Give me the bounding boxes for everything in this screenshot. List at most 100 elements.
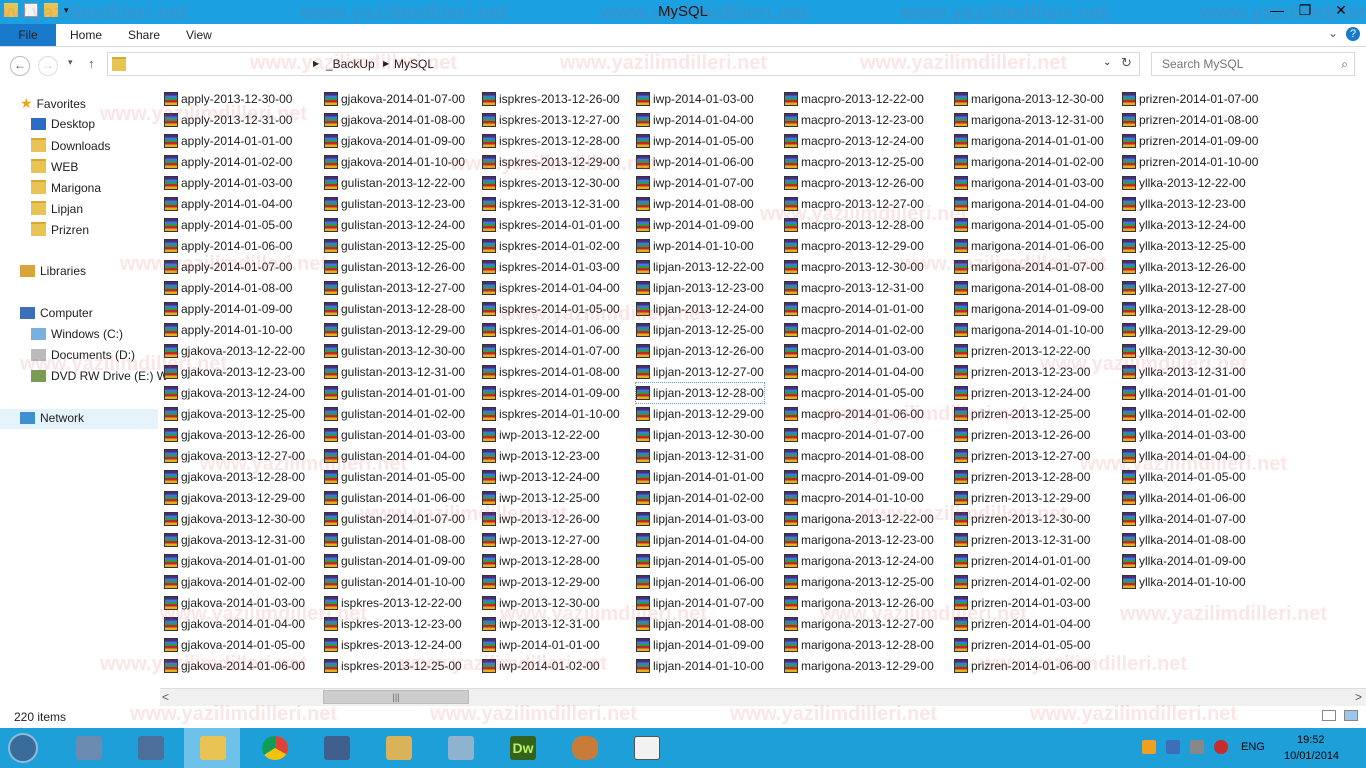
file-item[interactable]: ispkres-2014-01-07-00 [482,341,620,361]
file-item[interactable]: marigona-2013-12-28-00 [784,635,934,655]
file-item[interactable]: macpro-2014-01-08-00 [784,446,924,466]
breadcrumb-backup[interactable]: _BackUp [326,57,375,71]
file-item[interactable]: gulistan-2013-12-27-00 [324,278,465,298]
file-item[interactable]: prizren-2013-12-27-00 [954,446,1090,466]
file-item[interactable]: gjakova-2014-01-03-00 [164,593,305,613]
file-item[interactable]: ispkres-2014-01-02-00 [482,236,620,256]
file-item[interactable]: marigona-2013-12-27-00 [784,614,934,634]
file-item[interactable]: marigona-2013-12-30-00 [954,89,1104,109]
search-icon[interactable]: ⌕ [1341,57,1348,72]
file-item[interactable]: gjakova-2014-01-06-00 [164,656,305,676]
volume-muted-icon[interactable] [1190,740,1204,754]
file-item[interactable]: gjakova-2014-01-08-00 [324,110,465,130]
file-item[interactable]: gulistan-2013-12-28-00 [324,299,465,319]
file-item[interactable]: prizren-2013-12-23-00 [954,362,1090,382]
taskbar-app-remote[interactable] [308,728,364,768]
file-item[interactable]: gjakova-2013-12-25-00 [164,404,305,424]
file-item[interactable]: macpro-2014-01-01-00 [784,299,924,319]
file-item[interactable]: iwp-2014-01-10-00 [636,236,754,256]
file-item[interactable]: gulistan-2013-12-29-00 [324,320,465,340]
tab-view[interactable]: View [186,24,212,46]
file-item[interactable]: yllka-2014-01-05-00 [1122,467,1246,487]
file-item[interactable]: apply-2013-12-31-00 [164,110,292,130]
breadcrumb-separator-icon[interactable]: ▶ [383,59,389,68]
clock-date[interactable]: 10/01/2014 [1284,750,1339,762]
file-item[interactable]: yllka-2013-12-25-00 [1122,236,1246,256]
file-item[interactable]: yllka-2013-12-26-00 [1122,257,1246,277]
nav-item-lipjan[interactable]: Lipjan [31,201,83,216]
file-item[interactable]: macpro-2013-12-27-00 [784,194,924,214]
file-item[interactable]: marigona-2013-12-26-00 [784,593,934,613]
file-item[interactable]: macpro-2013-12-22-00 [784,89,924,109]
file-item[interactable]: marigona-2014-01-10-00 [954,320,1104,340]
file-item[interactable]: iwp-2013-12-27-00 [482,530,600,550]
nav-libraries[interactable]: Libraries [20,264,86,278]
file-item[interactable]: iwp-2013-12-23-00 [482,446,600,466]
file-item[interactable]: yllka-2014-01-04-00 [1122,446,1246,466]
forward-button[interactable]: → [38,56,58,76]
file-item[interactable]: marigona-2013-12-29-00 [784,656,934,676]
file-item[interactable]: lipjan-2014-01-02-00 [636,488,764,508]
file-item[interactable]: lipjan-2013-12-22-00 [636,257,764,277]
file-item[interactable]: yllka-2013-12-30-00 [1122,341,1246,361]
file-item[interactable]: gjakova-2013-12-27-00 [164,446,305,466]
file-item[interactable]: marigona-2014-01-05-00 [954,215,1104,235]
file-item[interactable]: macpro-2013-12-29-00 [784,236,924,256]
nav-item-prizren[interactable]: Prizren [31,222,89,237]
file-item[interactable]: prizren-2013-12-24-00 [954,383,1090,403]
file-item[interactable]: gulistan-2014-01-10-00 [324,572,465,592]
file-item[interactable]: gjakova-2014-01-09-00 [324,131,465,151]
file-item[interactable]: gjakova-2014-01-07-00 [324,89,465,109]
file-item[interactable]: prizren-2014-01-09-00 [1122,131,1258,151]
file-item[interactable]: marigona-2014-01-06-00 [954,236,1104,256]
file-item[interactable]: ispkres-2013-12-31-00 [482,194,620,214]
file-item[interactable]: apply-2014-01-08-00 [164,278,292,298]
file-item[interactable]: apply-2014-01-02-00 [164,152,292,172]
address-dropdown-icon[interactable]: ⌄ [1103,57,1111,68]
file-item[interactable]: marigona-2013-12-24-00 [784,551,934,571]
taskbar-app-computer[interactable] [122,728,178,768]
file-item[interactable]: ispkres-2014-01-03-00 [482,257,620,277]
search-box[interactable]: ⌕ [1151,52,1355,76]
file-item[interactable]: gjakova-2014-01-10-00 [324,152,465,172]
file-item[interactable]: lipjan-2014-01-03-00 [636,509,764,529]
file-item[interactable]: marigona-2013-12-23-00 [784,530,934,550]
file-item[interactable]: iwp-2014-01-08-00 [636,194,754,214]
taskbar-app-dreamweaver[interactable]: Dw [494,728,550,768]
file-item[interactable]: marigona-2014-01-07-00 [954,257,1104,277]
file-item[interactable]: ispkres-2014-01-04-00 [482,278,620,298]
file-item[interactable]: yllka-2013-12-22-00 [1122,173,1246,193]
file-item[interactable]: lipjan-2013-12-24-00 [636,299,764,319]
file-item[interactable]: marigona-2013-12-22-00 [784,509,934,529]
file-item[interactable]: yllka-2013-12-27-00 [1122,278,1246,298]
file-item[interactable]: gjakova-2013-12-26-00 [164,425,305,445]
file-item[interactable]: yllka-2013-12-29-00 [1122,320,1246,340]
file-item[interactable]: ispkres-2013-12-22-00 [324,593,462,613]
file-item[interactable]: prizren-2013-12-26-00 [954,425,1090,445]
address-bar[interactable]: ▶ _BackUp ▶ MySQL ⌄ ↻ [107,52,1140,76]
file-item[interactable]: prizren-2014-01-04-00 [954,614,1090,634]
nav-item-marigona[interactable]: Marigona [31,180,101,195]
file-item[interactable]: prizren-2013-12-31-00 [954,530,1090,550]
file-item[interactable]: ispkres-2013-12-30-00 [482,173,620,193]
large-icons-view-icon[interactable] [1344,710,1358,721]
expand-ribbon-icon[interactable]: ⌄ [1328,26,1338,40]
file-item[interactable]: iwp-2014-01-02-00 [482,656,600,676]
recent-locations-icon[interactable]: ▾ [68,57,73,68]
file-item[interactable]: iwp-2013-12-24-00 [482,467,600,487]
file-item[interactable]: lipjan-2013-12-29-00 [636,404,764,424]
file-item[interactable]: prizren-2013-12-30-00 [954,509,1090,529]
file-item[interactable]: ispkres-2013-12-26-00 [482,89,620,109]
file-item[interactable]: ispkres-2013-12-29-00 [482,152,620,172]
file-item[interactable]: gjakova-2013-12-24-00 [164,383,305,403]
file-item[interactable]: marigona-2014-01-08-00 [954,278,1104,298]
input-language[interactable]: ENG [1241,741,1265,753]
close-button[interactable]: ✕ [1318,0,1364,20]
file-item[interactable]: marigona-2014-01-03-00 [954,173,1104,193]
file-item[interactable]: gulistan-2013-12-30-00 [324,341,465,361]
file-item[interactable]: lipjan-2014-01-04-00 [636,530,764,550]
file-item[interactable]: gjakova-2013-12-31-00 [164,530,305,550]
taskbar-app-editor[interactable] [618,728,674,768]
file-item[interactable]: gjakova-2014-01-04-00 [164,614,305,634]
file-item[interactable]: apply-2014-01-05-00 [164,215,292,235]
